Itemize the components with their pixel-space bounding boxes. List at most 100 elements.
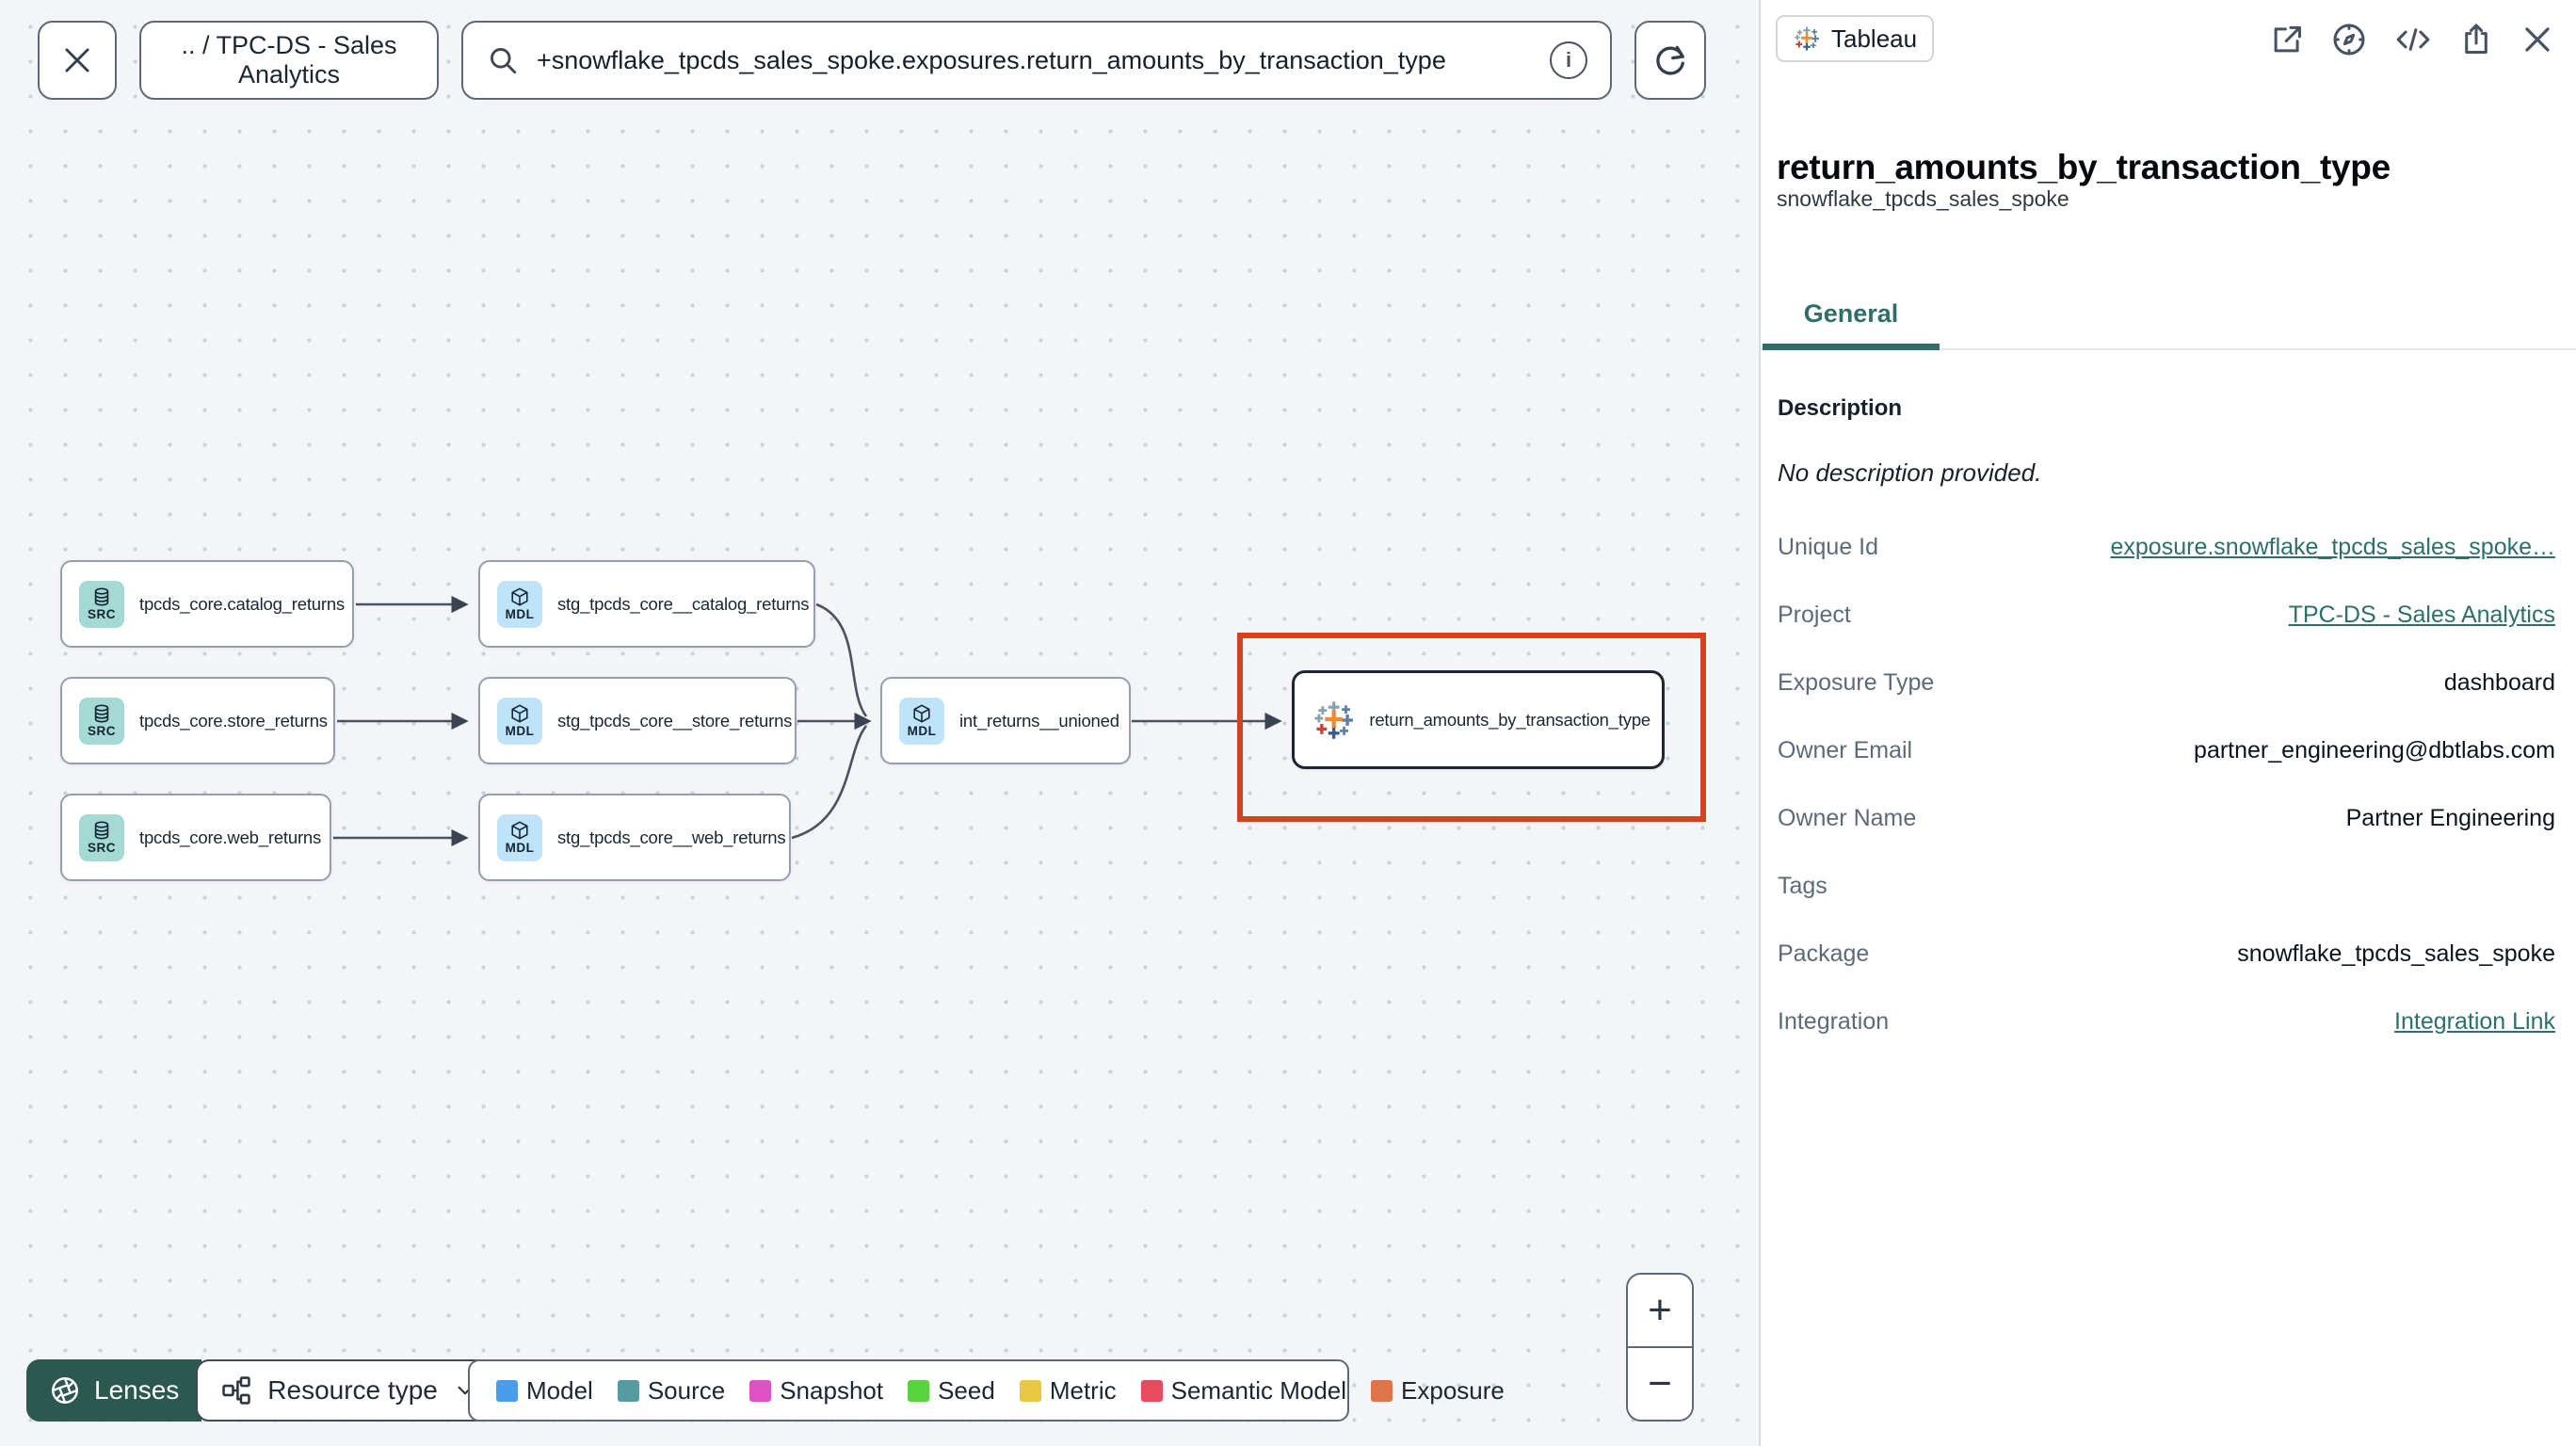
model-icon: MDL [497,697,542,745]
legend-label: Semantic Model [1170,1375,1347,1405]
lenses-bar: Lenses Resource type [26,1359,502,1422]
field-label: Owner Email [1778,736,1913,763]
breadcrumb[interactable]: .. / TPC-DS - Sales Analytics [139,21,439,100]
node-label: return_amounts_by_transaction_type [1369,709,1650,730]
legend-swatch [749,1379,772,1402]
field-row-unique-id: Unique Id exposure.snowflake_tpcds_sales_… [1778,513,2555,581]
close-panel-icon[interactable] [2520,22,2555,57]
panel-header: Tableau [1761,0,2576,90]
breadcrumb-label: .. / TPC-DS - Sales Analytics [181,31,397,88]
node-label: int_returns__unioned [959,710,1119,731]
graph-node-source-catalog-returns[interactable]: SRC tpcds_core.catalog_returns [60,560,354,648]
field-row-owner-name: Owner Name Partner Engineering [1778,784,2555,852]
legend-swatch [1019,1379,1041,1402]
tab-general[interactable]: General [1763,284,1940,350]
field-value-link[interactable]: exposure.snowflake_tpcds_sales_spoke… [2111,534,2556,561]
node-type-badge: SRC [87,607,116,622]
open-external-icon[interactable] [2269,22,2305,57]
details-panel: Tableau return_amounts_by_transaction_ty… [1759,0,2576,1446]
field-value: partner_engineering@dbtlabs.com [2194,736,2555,763]
graph-node-int-returns-unioned[interactable]: MDL int_returns__unioned [880,677,1131,764]
description-empty-text: No description provided. [1778,458,2042,487]
node-type-badge: MDL [907,724,937,739]
legend-item-model: Model [496,1376,593,1406]
field-value: snowflake_tpcds_sales_spoke [2237,940,2555,967]
legend-item-seed: Seed [908,1376,995,1406]
source-icon: SRC [79,813,124,861]
model-icon: MDL [497,580,542,628]
field-row-exposure-type: Exposure Type dashboard [1778,649,2555,716]
node-type-badge: MDL [505,724,535,739]
node-label: tpcds_core.web_returns [139,827,322,847]
field-label: Exposure Type [1778,668,1935,696]
legend-item-semantic-model: Semantic Model [1140,1375,1347,1406]
refresh-icon [1656,45,1684,75]
field-label: Unique Id [1778,533,1879,560]
share-icon[interactable] [2458,22,2494,57]
tableau-badge[interactable]: Tableau [1776,15,1935,62]
node-label: tpcds_core.catalog_returns [139,593,345,614]
node-label: stg_tpcds_core__web_returns [557,827,786,847]
graph-node-stg-web-returns[interactable]: MDL stg_tpcds_core__web_returns [478,794,791,881]
field-label: Integration [1778,1007,1890,1035]
field-value-link[interactable]: TPC-DS - Sales Analytics [2289,602,2555,629]
legend-swatch [1371,1379,1393,1402]
code-icon[interactable] [2393,22,2433,57]
node-label: stg_tpcds_core__store_returns [557,710,793,731]
graph-node-source-store-returns[interactable]: SRC tpcds_core.store_returns [60,677,335,764]
resource-type-label: Resource type [267,1375,438,1405]
model-icon: MDL [497,813,542,861]
legend-label: Model [526,1375,593,1405]
legend-label: Metric [1049,1375,1117,1405]
explore-compass-icon[interactable] [2330,21,2368,58]
model-icon: MDL [899,697,944,745]
legend-swatch [1140,1379,1163,1402]
legend-swatch [908,1379,930,1402]
search-input[interactable]: +snowflake_tpcds_sales_spoke.exposures.r… [461,21,1612,100]
legend-item-metric: Metric [1019,1375,1117,1406]
tableau-icon [1314,700,1354,739]
node-label: stg_tpcds_core__catalog_returns [557,593,810,614]
legend-item-snapshot: Snapshot [749,1376,883,1406]
package-subtitle: snowflake_tpcds_sales_spoke [1777,186,2069,211]
zoom-in-button[interactable]: + [1628,1275,1692,1348]
field-label: Tags [1778,872,1827,899]
legend-label: Source [647,1375,726,1405]
field-row-tags: Tags [1778,852,2555,920]
tab-bar: General [1761,284,2576,350]
field-row-project: Project TPC-DS - Sales Analytics [1778,581,2555,649]
graph-node-exposure-selected[interactable]: return_amounts_by_transaction_type [1292,670,1665,769]
resource-type-icon [222,1376,251,1405]
legend-swatch [496,1379,518,1402]
node-type-badge: MDL [505,607,535,622]
field-row-owner-email: Owner Email partner_engineering@dbtlabs.c… [1778,716,2555,784]
graph-node-stg-store-returns[interactable]: MDL stg_tpcds_core__store_returns [478,677,797,764]
lenses-label: Lenses [94,1375,180,1405]
legend-label: Snapshot [780,1375,884,1405]
lenses-button[interactable]: Lenses [26,1359,202,1422]
zoom-controls: + − [1626,1273,1694,1422]
legend: Model Source Snapshot Seed Metric Semantic Mo… [468,1359,1505,1422]
node-label: tpcds_core.store_returns [139,710,328,731]
resource-type-dropdown[interactable]: Resource type [196,1359,502,1422]
field-value-link[interactable]: Integration Link [2394,1008,2555,1036]
graph-node-stg-catalog-returns[interactable]: MDL stg_tpcds_core__catalog_returns [478,560,815,648]
field-row-integration: Integration Integration Link [1778,988,2555,1055]
field-label: Project [1778,601,1851,628]
search-icon [491,48,517,74]
graph-node-source-web-returns[interactable]: SRC tpcds_core.web_returns [60,794,331,881]
lens-aperture-icon [52,1377,78,1404]
close-icon [65,48,89,72]
legend-item-source: Source [617,1375,726,1406]
panel-actions [2269,21,2555,58]
refresh-button[interactable] [1634,21,1706,100]
zoom-out-button[interactable]: − [1628,1348,1692,1420]
panel-fields: Unique Id exposure.snowflake_tpcds_sales_… [1778,513,2555,1055]
legend-label: Seed [938,1375,995,1405]
lineage-canvas[interactable]: .. / TPC-DS - Sales Analytics +snowflake… [0,0,1759,1446]
node-type-badge: SRC [87,724,116,739]
dbt-explorer-lineage-app: .. / TPC-DS - Sales Analytics +snowflake… [0,0,2576,1446]
close-lineage-button[interactable] [38,21,117,100]
info-icon[interactable]: i [1550,41,1587,79]
field-label: Owner Name [1778,804,1917,831]
